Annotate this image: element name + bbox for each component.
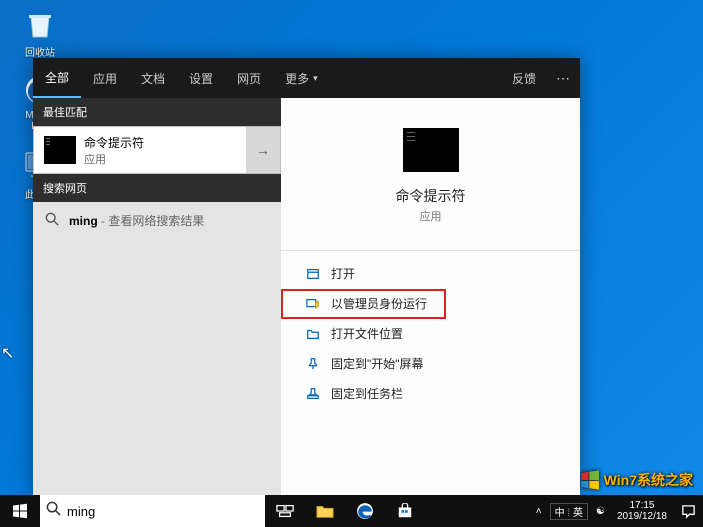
section-best-match: 最佳匹配	[33, 98, 281, 126]
pin-taskbar-icon	[305, 386, 321, 402]
chevron-up-icon: ˄	[536, 506, 542, 517]
more-horizontal-icon: ⋯	[556, 70, 570, 86]
desktop-icon-label: 回收站	[12, 44, 68, 59]
action-center-button[interactable]	[679, 502, 697, 520]
tab-all[interactable]: 全部	[33, 58, 81, 98]
search-input[interactable]	[67, 504, 259, 519]
ime-lang-2: 英	[573, 508, 583, 519]
search-tabs: 全部 应用 文档 设置 网页 更多 ▾ 反馈 ⋯	[33, 58, 580, 98]
action-label: 打开	[331, 268, 355, 280]
expand-preview-button[interactable]: →	[246, 127, 280, 173]
tab-web[interactable]: 网页	[225, 58, 273, 98]
pin-start-icon	[305, 356, 321, 372]
chevron-down-icon: ▾	[313, 73, 318, 84]
taskbar-clock[interactable]: 17:15 2019/12/18	[613, 500, 671, 522]
action-label: 以管理员身份运行	[331, 298, 427, 310]
taskbar-app-store[interactable]	[385, 495, 425, 527]
action-label: 固定到"开始"屏幕	[331, 358, 424, 370]
edge-icon	[356, 502, 374, 520]
desktop-icon-recycle-bin[interactable]: 回收站	[12, 6, 68, 59]
search-icon	[45, 212, 59, 229]
admin-shield-icon	[305, 296, 321, 312]
clock-date: 2019/12/18	[617, 511, 667, 522]
ime-mode-icon[interactable]: ☯	[596, 506, 605, 517]
action-pin-to-taskbar[interactable]: 固定到任务栏	[281, 379, 580, 409]
windows-logo-icon	[12, 503, 28, 519]
taskbar-search-box[interactable]	[40, 495, 265, 527]
action-open[interactable]: 打开	[281, 259, 580, 289]
notification-icon	[681, 504, 696, 519]
web-search-result[interactable]: ming - 查看网络搜索结果	[33, 202, 281, 239]
best-match-result[interactable]: 命令提示符 应用 →	[33, 126, 281, 174]
file-explorer-icon	[316, 503, 334, 519]
search-preview-panel: 命令提示符 应用 打开 以管理员身份运行 打开文件位置 固定到"开始"屏幕	[281, 98, 580, 496]
taskbar-app-explorer[interactable]	[305, 495, 345, 527]
search-flyout: 全部 应用 文档 设置 网页 更多 ▾ 反馈 ⋯ 最佳匹配 命令提示符 应用 → …	[33, 58, 580, 496]
watermark-text: Win7系统之家	[604, 470, 693, 490]
task-view-icon	[276, 504, 294, 518]
folder-icon	[305, 326, 321, 342]
preview-subtitle: 应用	[420, 208, 442, 224]
action-run-as-admin[interactable]: 以管理员身份运行	[281, 289, 446, 319]
ime-lang-1: 中	[555, 508, 565, 519]
best-match-title: 命令提示符	[84, 134, 246, 151]
search-results-panel: 最佳匹配 命令提示符 应用 → 搜索网页 ming - 查看网络搜索结果	[33, 98, 281, 496]
options-button[interactable]: ⋯	[546, 70, 580, 87]
clock-time: 17:15	[617, 500, 667, 511]
taskbar: ˄ 中 ⁞ 英 ☯ 17:15 2019/12/18	[0, 495, 703, 527]
tab-apps[interactable]: 应用	[81, 58, 129, 98]
ime-indicator[interactable]: 中 ⁞ 英	[550, 503, 588, 520]
tab-settings[interactable]: 设置	[177, 58, 225, 98]
task-view-button[interactable]	[265, 495, 305, 527]
preview-actions: 打开 以管理员身份运行 打开文件位置 固定到"开始"屏幕 固定到任务栏	[281, 250, 580, 417]
preview-cmd-icon	[403, 128, 459, 172]
web-result-query: ming	[69, 214, 98, 228]
store-icon	[397, 503, 413, 519]
open-icon	[305, 266, 321, 282]
action-label: 固定到任务栏	[331, 388, 403, 400]
taskbar-app-edge[interactable]	[345, 495, 385, 527]
action-label: 打开文件位置	[331, 328, 403, 340]
search-icon	[46, 501, 61, 521]
cmd-icon	[44, 136, 76, 164]
tab-documents[interactable]: 文档	[129, 58, 177, 98]
watermark: Win7系统之家	[579, 469, 693, 491]
feedback-link[interactable]: 反馈	[502, 70, 546, 87]
tab-more-label: 更多	[285, 70, 309, 87]
arrow-right-icon: →	[256, 142, 270, 158]
tab-more[interactable]: 更多 ▾	[273, 58, 330, 98]
web-result-suffix: - 查看网络搜索结果	[98, 214, 205, 228]
section-web: 搜索网页	[33, 174, 281, 202]
action-pin-to-start[interactable]: 固定到"开始"屏幕	[281, 349, 580, 379]
recycle-bin-icon	[22, 6, 58, 42]
action-open-file-location[interactable]: 打开文件位置	[281, 319, 580, 349]
system-tray: ˄ 中 ⁞ 英 ☯ 17:15 2019/12/18	[530, 495, 703, 527]
mouse-cursor-icon: ↖	[1, 343, 14, 363]
tray-overflow-button[interactable]: ˄	[536, 506, 542, 517]
web-result-text: ming - 查看网络搜索结果	[69, 212, 204, 229]
start-button[interactable]	[0, 495, 40, 527]
best-match-subtitle: 应用	[84, 151, 246, 167]
preview-title: 命令提示符	[396, 186, 466, 206]
